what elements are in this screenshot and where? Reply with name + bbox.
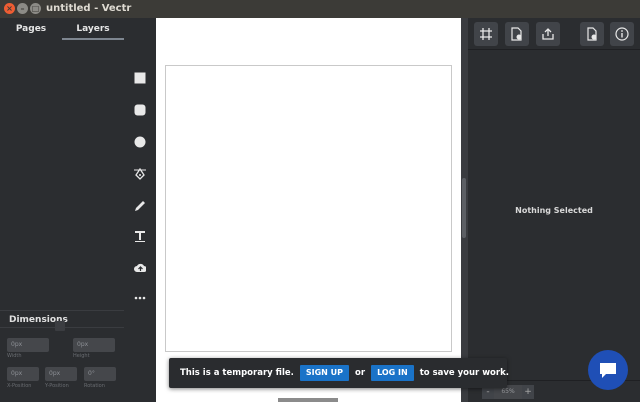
horizontal-scrollbar[interactable] <box>278 398 338 402</box>
window-titlebar: × – □ untitled - Vectr <box>0 0 640 18</box>
rounded-rectangle-icon[interactable] <box>132 102 148 118</box>
height-label: Height <box>73 353 90 359</box>
grid-icon[interactable] <box>474 22 498 46</box>
toast-or: or <box>355 368 366 378</box>
rectangle-icon[interactable] <box>132 70 148 86</box>
more-icon[interactable] <box>132 290 148 306</box>
lock-proportions-icon[interactable] <box>55 321 65 331</box>
temporary-file-toast: This is a temporary file. SIGN UP or LOG… <box>169 358 509 388</box>
width-label: Width <box>7 353 22 359</box>
y-position-input[interactable]: 0px <box>45 367 77 381</box>
pencil-icon[interactable] <box>132 198 148 214</box>
rotation-label: Rotation <box>84 383 105 389</box>
toast-message-end: to save your work. <box>419 368 509 378</box>
minimize-window-icon[interactable]: – <box>17 3 28 14</box>
rotation-input[interactable]: 0° <box>84 367 116 381</box>
artboard[interactable] <box>165 65 452 352</box>
tool-strip <box>124 18 156 402</box>
chat-icon <box>600 363 616 378</box>
tab-layers[interactable]: Layers <box>62 18 124 40</box>
x-position-label: X-Position <box>7 383 32 389</box>
vertical-scrollbar[interactable] <box>462 178 466 238</box>
ellipse-icon[interactable] <box>132 134 148 150</box>
width-input[interactable]: 0px <box>7 338 49 352</box>
tab-pages[interactable]: Pages <box>0 18 62 40</box>
canvas-area[interactable] <box>156 18 461 402</box>
info-icon[interactable] <box>610 22 634 46</box>
right-toolbar <box>468 18 640 50</box>
close-window-icon[interactable]: × <box>4 3 15 14</box>
text-tool-icon[interactable] <box>132 228 148 244</box>
window-title: untitled - Vectr <box>46 3 132 14</box>
document-settings-icon[interactable] <box>505 22 529 46</box>
y-position-label: Y-Position <box>45 383 69 389</box>
x-position-input[interactable]: 0px <box>7 367 39 381</box>
file-icon[interactable] <box>580 22 604 46</box>
upload-image-icon[interactable] <box>132 260 148 276</box>
left-panel: Pages Layers Dimensions 0px 0px Width He… <box>0 18 124 402</box>
empty-selection-message: Nothing Selected <box>515 206 593 215</box>
log-in-button[interactable]: LOG IN <box>371 365 414 381</box>
pen-tool-icon[interactable] <box>132 166 148 182</box>
height-input[interactable]: 0px <box>73 338 115 352</box>
zoom-in-button[interactable]: + <box>522 385 534 399</box>
export-icon[interactable] <box>536 22 560 46</box>
maximize-window-icon[interactable]: □ <box>30 3 41 14</box>
chat-button[interactable] <box>588 350 628 390</box>
right-panel: Nothing Selected - 65% + <box>468 18 640 402</box>
toast-message: This is a temporary file. <box>180 368 294 378</box>
sign-up-button[interactable]: SIGN UP <box>299 365 350 381</box>
